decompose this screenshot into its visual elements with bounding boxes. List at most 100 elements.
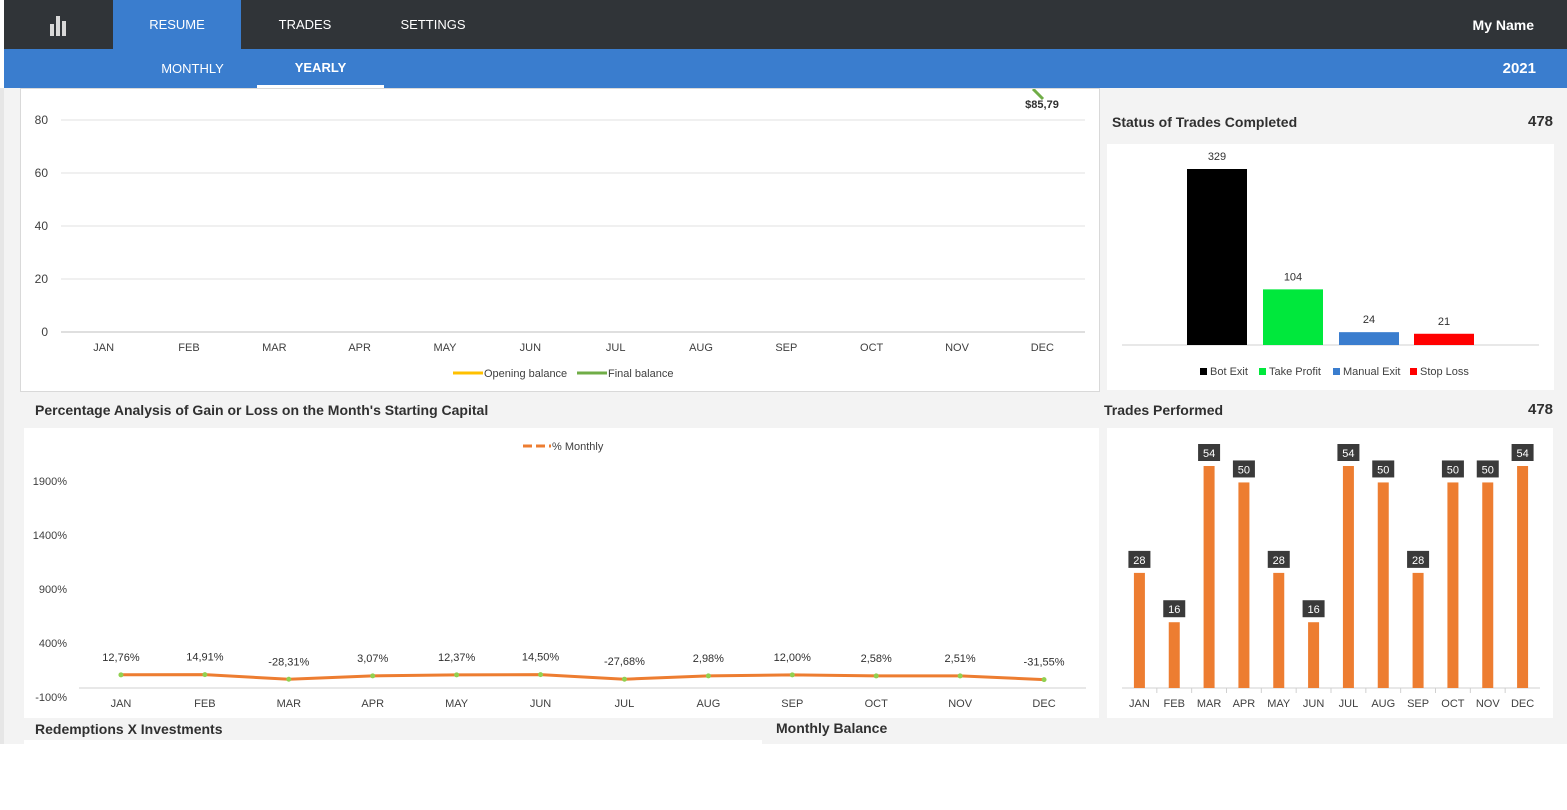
x-tick-label: OCT <box>865 698 889 710</box>
trades-total: 478 <box>1528 401 1554 418</box>
legend-swatch <box>1200 368 1207 375</box>
x-tick-label: OCT <box>860 342 884 354</box>
bar-sep <box>1412 572 1424 688</box>
status-total: 478 <box>1528 113 1554 130</box>
legend-swatch <box>1333 368 1340 375</box>
bar-chart-icon[interactable] <box>4 0 113 49</box>
tab-settings[interactable]: SETTINGS <box>369 0 497 49</box>
x-tick-label: AUG <box>689 342 713 354</box>
bar-feb <box>1168 622 1180 688</box>
x-tick-label: OCT <box>1441 698 1465 710</box>
x-tick-label: SEP <box>1407 698 1429 710</box>
top-nav-bar: RESUME TRADES SETTINGS My Name <box>4 0 1567 49</box>
balance-chart-panel: 0 20 40 60 80 JAN FEB MAR APR MAY JUN JUL AUG SEP OCT N… <box>20 87 1100 392</box>
bar-apr <box>1238 482 1250 688</box>
percent-chart-title: Percentage Analysis of Gain or Loss on t… <box>35 402 489 418</box>
x-tick-label: SEP <box>781 698 803 710</box>
legend-label: Final balance <box>608 368 673 380</box>
x-tick-label: FEB <box>1164 698 1185 710</box>
x-tick-label: JAN <box>1129 698 1150 710</box>
bar-manual-exit <box>1339 332 1399 345</box>
x-tick-label: JUN <box>530 698 551 710</box>
x-tick-label: NOV <box>948 698 973 710</box>
trades-chart-panel: 28 JAN 16 FEB 54 MAR 50 APR 28 MAY 16 JUN 54 JUL 50 AUG… <box>1107 428 1553 718</box>
bar-value-label: 54 <box>1342 448 1354 460</box>
legend-label: Bot Exit <box>1210 366 1248 378</box>
data-point <box>202 672 208 678</box>
data-point <box>621 676 627 682</box>
x-tick-label: JUL <box>615 698 635 710</box>
x-tick-label: JUN <box>520 342 541 354</box>
status-chart-title: Status of Trades Completed <box>1112 114 1298 130</box>
data-point <box>789 672 795 678</box>
data-label: -31,55% <box>1024 657 1065 669</box>
bar-value-label: 50 <box>1238 464 1250 476</box>
dashboard-app: RESUME TRADES SETTINGS My Name MONTHLY Y… <box>0 0 1567 810</box>
x-tick-label: DEC <box>1031 342 1054 354</box>
data-point <box>286 676 292 682</box>
bar-value-label: 16 <box>1307 604 1319 616</box>
x-tick-label: SEP <box>775 342 797 354</box>
data-label: 2,51% <box>945 653 976 665</box>
tab-trades[interactable]: TRADES <box>241 0 369 49</box>
trades-chart: 28 JAN 16 FEB 54 MAR 50 APR 28 MAY 16 JUN 54 JUL 50 AUG… <box>1122 444 1540 710</box>
status-chart-panel: 329 104 24 21 Bot Exit Take Profit Manual Exit… <box>1107 144 1554 390</box>
data-point <box>1041 677 1047 683</box>
x-tick-label: MAY <box>433 342 457 354</box>
legend-label: Take Profit <box>1269 366 1321 378</box>
bar-aug <box>1377 482 1389 688</box>
x-tick-label: MAY <box>445 698 469 710</box>
sub-nav-bar: MONTHLY YEARLY 2021 <box>4 49 1567 88</box>
x-tick-label: DEC <box>1511 698 1534 710</box>
bar-bot-exit <box>1187 169 1247 345</box>
tab-monthly[interactable]: MONTHLY <box>129 49 256 88</box>
data-point <box>454 672 460 678</box>
y-tick-label: 1900% <box>33 476 67 488</box>
redemptions-title: Redemptions X Investments <box>35 721 223 737</box>
balance-chart: 0 20 40 60 80 JAN FEB MAR APR MAY JUN JUL AUG SEP OCT N… <box>35 87 1085 380</box>
bar-jan <box>1133 572 1145 688</box>
x-tick-label: JUL <box>606 342 626 354</box>
bar-value-label: 28 <box>1412 555 1424 567</box>
bar-value-label: 50 <box>1447 464 1459 476</box>
data-label: 12,76% <box>102 652 140 664</box>
x-tick-label: APR <box>1233 698 1256 710</box>
data-label: 14,50% <box>522 652 560 664</box>
user-name[interactable]: My Name <box>1473 0 1534 49</box>
x-tick-label: JAN <box>111 698 132 710</box>
bar-value-label: 104 <box>1284 271 1302 283</box>
legend-label: Opening balance <box>484 368 567 380</box>
data-label: -28,31% <box>268 656 309 668</box>
bar-may <box>1273 572 1285 688</box>
y-tick-label: 1400% <box>33 530 67 542</box>
bar-oct <box>1447 482 1459 688</box>
y-tick-label: 80 <box>35 113 49 127</box>
data-label: 2,98% <box>693 653 724 665</box>
y-tick-label: 900% <box>39 584 67 596</box>
x-tick-label: APR <box>348 342 371 354</box>
legend-swatch <box>1410 368 1417 375</box>
year-label: 2021 <box>1502 60 1536 77</box>
balance-annotation: $85,79 <box>1025 99 1059 111</box>
bar-value-label: 16 <box>1168 604 1180 616</box>
x-tick-label: JUL <box>1339 698 1359 710</box>
x-tick-label: JUN <box>1303 698 1324 710</box>
y-tick-label: 40 <box>35 219 49 233</box>
x-tick-label: DEC <box>1032 698 1055 710</box>
x-tick-label: AUG <box>1371 698 1395 710</box>
x-tick-label: FEB <box>178 342 199 354</box>
data-point <box>957 673 963 679</box>
percent-chart-panel: -100% 400% 900% 1400% 1900% 12,76% JAN 14,91% FE… <box>24 428 1099 718</box>
bar-jul <box>1342 466 1354 688</box>
x-tick-label: MAR <box>262 342 287 354</box>
data-point <box>873 673 879 679</box>
y-tick-label: 20 <box>35 272 49 286</box>
monthly-balance-title: Monthly Balance <box>776 720 888 736</box>
tab-yearly[interactable]: YEARLY <box>257 49 384 88</box>
bar-take-profit <box>1263 289 1323 345</box>
x-tick-label: JAN <box>93 342 114 354</box>
legend-label: Stop Loss <box>1420 366 1469 378</box>
data-point <box>705 673 711 679</box>
bar-value-label: 50 <box>1482 464 1494 476</box>
tab-resume[interactable]: RESUME <box>113 0 241 49</box>
